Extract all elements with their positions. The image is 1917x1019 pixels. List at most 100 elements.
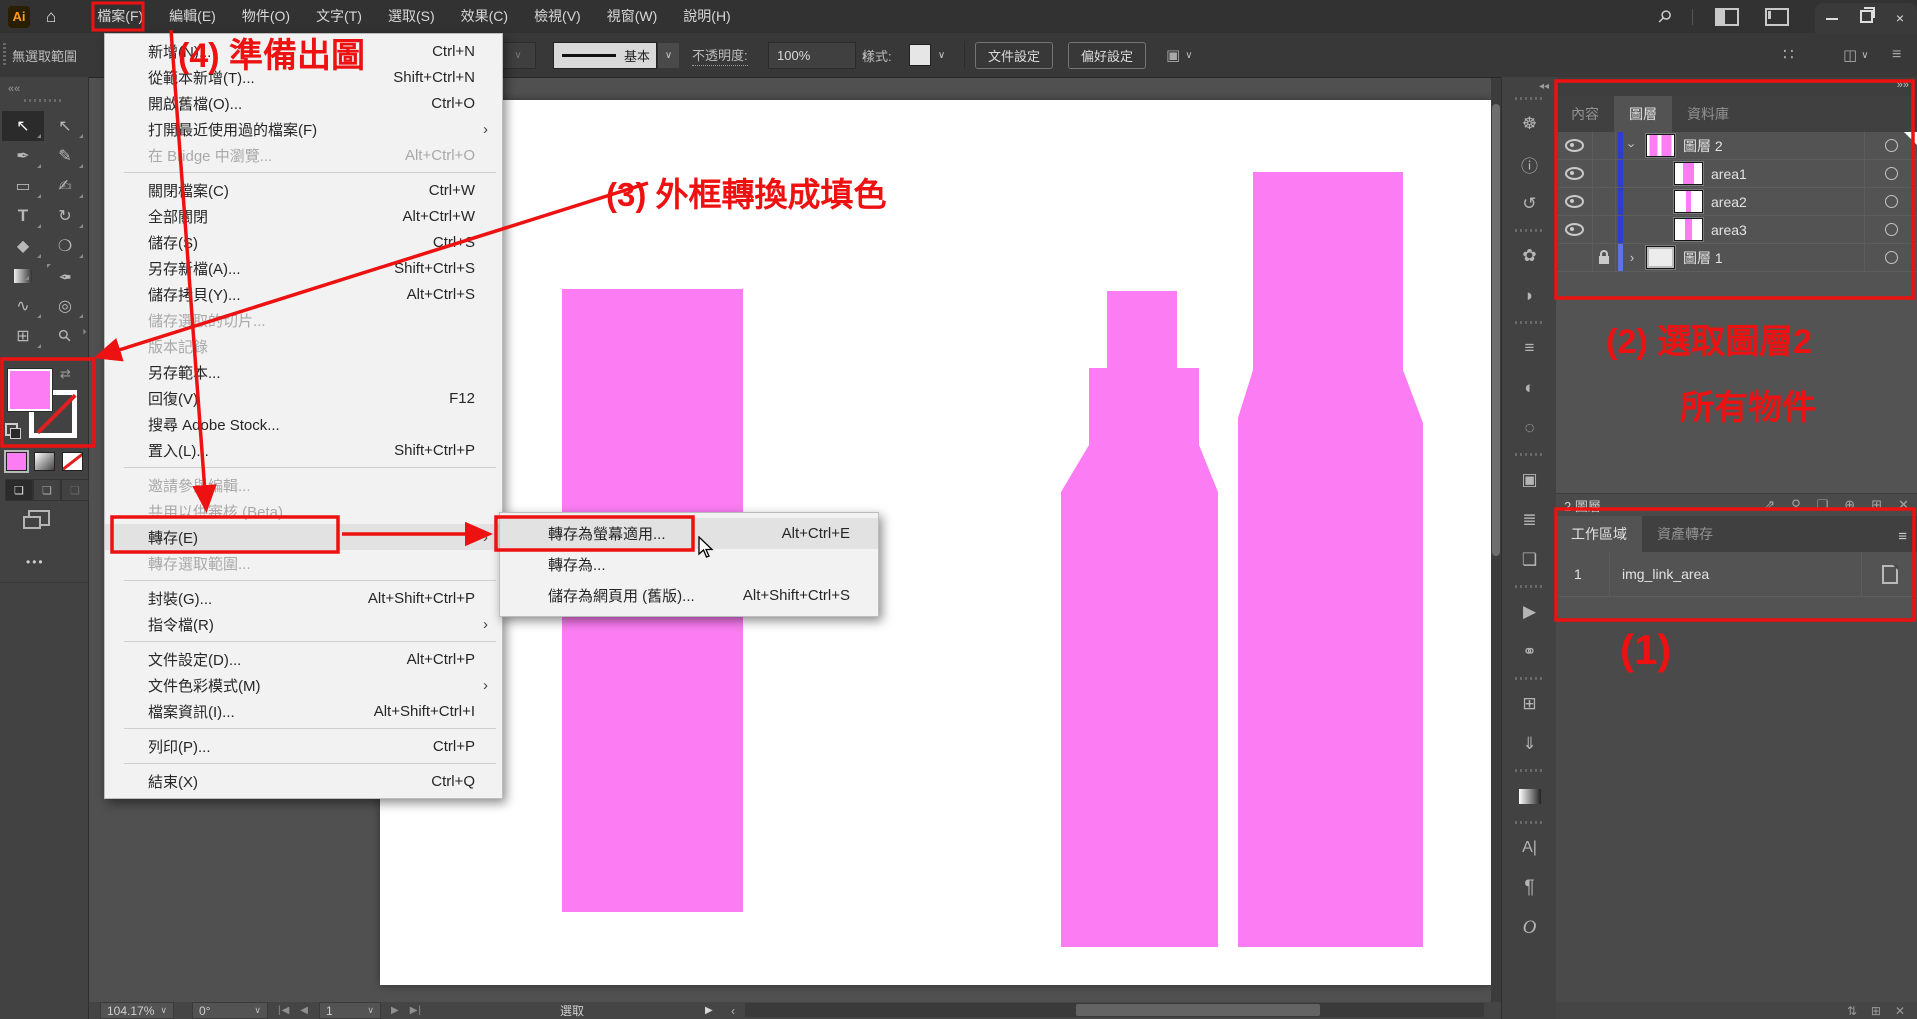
home-icon[interactable]: ⌂: [46, 7, 56, 27]
menu-item[interactable]: 版本記錄: [105, 333, 502, 359]
chevron-down-icon[interactable]: ∨: [931, 43, 952, 68]
isolate-selected-dropdown[interactable]: ▣∨: [1166, 33, 1193, 77]
document-setup-button[interactable]: 文件設定: [975, 42, 1053, 69]
layers-footer-icon[interactable]: ✕: [1898, 497, 1909, 513]
more-tools-icon[interactable]: •••: [26, 555, 45, 569]
tool-button[interactable]: ↖: [2, 111, 44, 141]
layer-thumbnail[interactable]: [1674, 190, 1703, 213]
status-flyout-icon[interactable]: ▶: [705, 1002, 713, 1019]
menu-item[interactable]: 關閉檔案(C) Ctrl+W: [105, 177, 502, 203]
menu-item[interactable]: [105, 724, 502, 733]
screen-mode-icon[interactable]: [28, 510, 50, 526]
menu-item[interactable]: 結束(X) Ctrl+Q: [105, 768, 502, 794]
layer-row[interactable]: 圖層 2: [1556, 132, 1917, 160]
dock-panel-icon[interactable]: ▶: [1502, 592, 1557, 632]
arrange-documents-icon[interactable]: [1715, 8, 1739, 26]
tool-button[interactable]: ↻: [44, 201, 86, 231]
search-icon[interactable]: ⚲: [1652, 5, 1675, 28]
menubar-item[interactable]: 說明(H): [670, 0, 743, 33]
draw-inside-icon[interactable]: ❏: [61, 479, 89, 501]
close-button[interactable]: ×: [1883, 10, 1917, 26]
layers-footer-icon[interactable]: ⚲: [1791, 497, 1801, 513]
tool-button[interactable]: ◆: [2, 231, 44, 261]
layer-row[interactable]: area2: [1556, 188, 1917, 216]
dock-panel-icon[interactable]: ◐: [1502, 368, 1557, 408]
menu-item[interactable]: [105, 168, 502, 177]
stroke-style-dropdown[interactable]: 基本∨: [553, 33, 679, 77]
tool-button[interactable]: T: [2, 201, 44, 231]
prev-artboard-icon[interactable]: ◀: [300, 1005, 309, 1016]
menu-item[interactable]: 置入(L)... Shift+Ctrl+P: [105, 437, 502, 463]
target-circle-icon[interactable]: [1885, 251, 1898, 264]
layer-name[interactable]: area3: [1711, 222, 1864, 238]
scrollbar-collapse-icon[interactable]: ‹: [731, 1002, 735, 1019]
menu-item[interactable]: [105, 759, 502, 768]
dock-panel-icon[interactable]: ≡: [1502, 328, 1557, 368]
horizontal-scrollbar[interactable]: [745, 1003, 1484, 1017]
target-circle-icon[interactable]: [1885, 195, 1898, 208]
dock-panel-icon[interactable]: [1502, 672, 1557, 684]
tool-button[interactable]: ✎: [44, 141, 86, 171]
restore-button[interactable]: [1849, 10, 1883, 26]
collapse-panel-icon[interactable]: ««: [8, 83, 20, 95]
layer-name[interactable]: area1: [1711, 166, 1864, 182]
layers-footer-icon[interactable]: ⇗: [1764, 497, 1775, 513]
tool-button[interactable]: ⊞: [2, 321, 44, 351]
style-swatch-dropdown[interactable]: ∨: [909, 33, 952, 77]
layer-name[interactable]: area2: [1711, 194, 1864, 210]
artboards-footer-icon[interactable]: ⇅: [1847, 1004, 1857, 1018]
menu-item[interactable]: 另存範本...: [105, 359, 502, 385]
swap-fill-stroke-icon[interactable]: ⇄: [60, 366, 71, 382]
visibility-eye-icon[interactable]: [1565, 167, 1584, 180]
opacity-label[interactable]: 不透明度:: [692, 45, 748, 66]
layer-row[interactable]: 圖層 1: [1556, 244, 1917, 272]
zoom-level-dropdown[interactable]: 104.17%∨: [100, 1002, 174, 1019]
visibility-eye-icon[interactable]: [1565, 195, 1584, 208]
target-circle-icon[interactable]: [1885, 139, 1898, 152]
submenu-item[interactable]: 轉存為...: [500, 549, 878, 580]
menu-item[interactable]: 列印(P)... Ctrl+P: [105, 733, 502, 759]
menu-item[interactable]: 開啟舊檔(O)... Ctrl+O: [105, 90, 502, 116]
tool-button[interactable]: ✍: [44, 171, 86, 201]
layers-footer-icon[interactable]: ❏: [1817, 497, 1829, 513]
submenu-item[interactable]: 儲存為網頁用 (舊版)... Alt+Shift+Ctrl+S: [500, 580, 878, 611]
dock-panel-icon[interactable]: ❏: [1502, 540, 1557, 580]
layer-name[interactable]: 圖層 2: [1683, 136, 1864, 156]
menubar-item[interactable]: 檢視(V): [521, 0, 594, 33]
expand-panels-icon[interactable]: »»: [1897, 79, 1909, 91]
touch-workspace-icon[interactable]: ∷: [1783, 33, 1794, 77]
dock-panel-icon[interactable]: [1502, 816, 1557, 828]
rotation-dropdown[interactable]: 0°∨: [192, 1002, 268, 1019]
layers-footer-icon[interactable]: ⊞: [1871, 497, 1882, 513]
default-fill-stroke-icon[interactable]: [5, 423, 18, 436]
menu-item[interactable]: 搜尋 Adobe Stock...: [105, 411, 502, 437]
artboard-row[interactable]: 1 img_link_area: [1556, 552, 1917, 597]
dock-panel-icon[interactable]: ↺: [1502, 184, 1557, 224]
tool-button[interactable]: ∿: [2, 291, 44, 321]
menu-item[interactable]: 回復(V) F12: [105, 385, 502, 411]
dock-panel-icon[interactable]: ▣: [1502, 460, 1557, 500]
tool-button[interactable]: ↖: [44, 111, 86, 141]
lock-icon[interactable]: [1599, 256, 1609, 264]
gradient-button[interactable]: [34, 452, 55, 471]
dock-panel-icon[interactable]: [1502, 316, 1557, 328]
dock-panel-icon[interactable]: ⊞: [1502, 684, 1557, 724]
menu-item[interactable]: 打開最近使用過的檔案(F) ›: [105, 116, 502, 142]
layer-thumbnail[interactable]: [1646, 134, 1675, 157]
panel-grip[interactable]: [24, 99, 64, 102]
layer-name[interactable]: 圖層 1: [1683, 248, 1864, 268]
expand-chevron-icon[interactable]: [1623, 138, 1641, 153]
layer-thumbnail[interactable]: [1674, 162, 1703, 185]
visibility-eye-icon[interactable]: [1565, 223, 1584, 236]
menu-item[interactable]: [105, 637, 502, 646]
artboard-page-icon[interactable]: [1882, 565, 1898, 584]
target-circle-icon[interactable]: [1885, 223, 1898, 236]
menu-item[interactable]: 檔案資訊(I)... Alt+Shift+Ctrl+I: [105, 698, 502, 724]
menu-item[interactable]: 全部關閉 Alt+Ctrl+W: [105, 203, 502, 229]
dock-panel-icon[interactable]: [1502, 764, 1557, 776]
artboard-name[interactable]: img_link_area: [1610, 566, 1861, 582]
menu-item[interactable]: 封裝(G)... Alt+Shift+Ctrl+P: [105, 585, 502, 611]
dock-panel-icon[interactable]: ⓘ: [1502, 144, 1557, 184]
menu-item[interactable]: 儲存選取的切片...: [105, 307, 502, 333]
menu-item[interactable]: 文件色彩模式(M) ›: [105, 672, 502, 698]
